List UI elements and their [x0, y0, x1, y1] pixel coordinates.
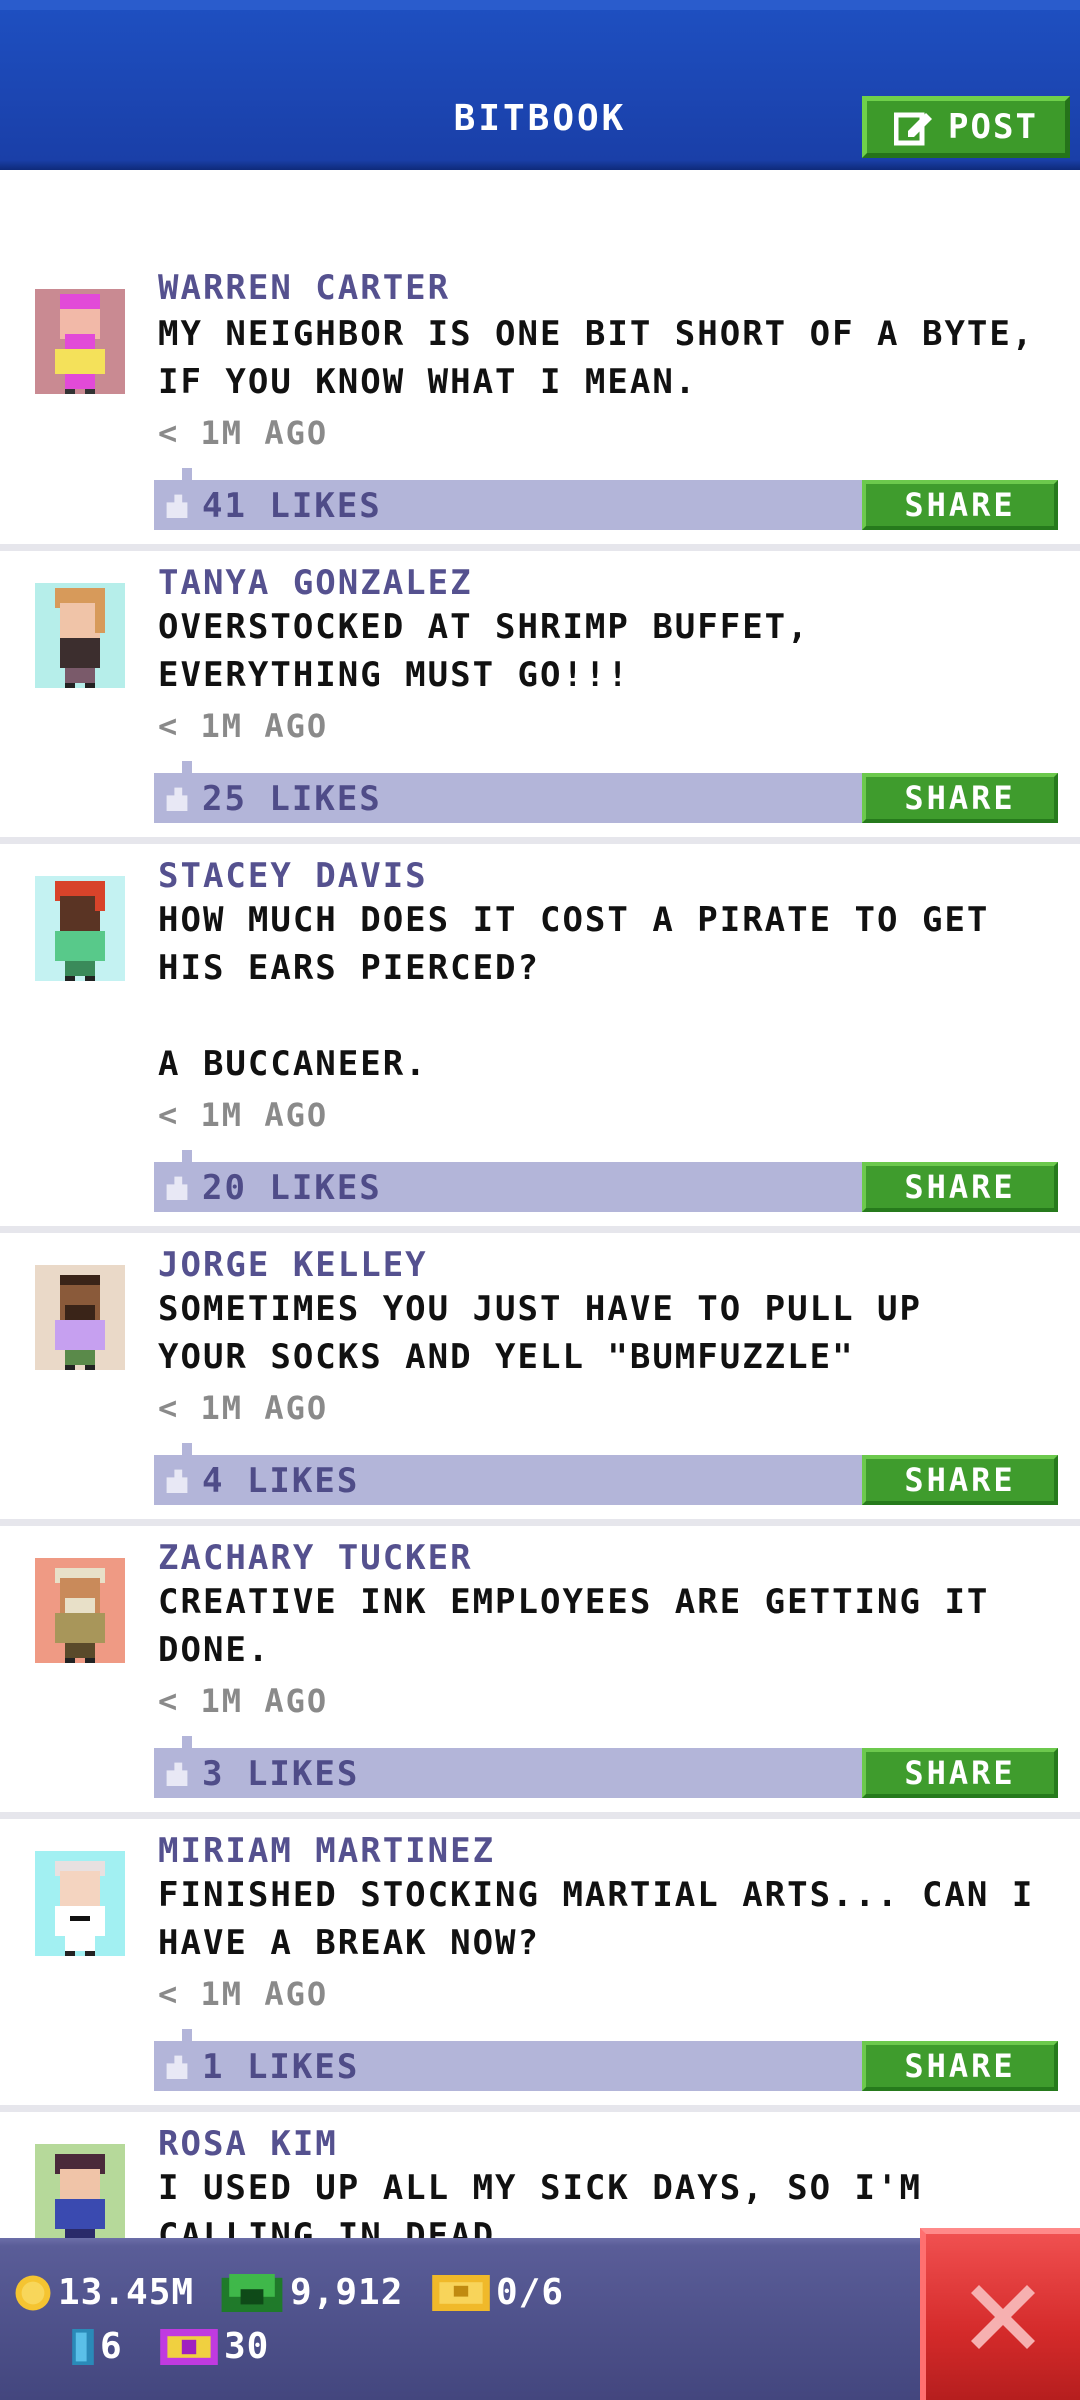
- post-button-label: POST: [948, 107, 1038, 147]
- post-card: ROSA KIM I USED UP ALL MY SICK DAYS, SO …: [0, 2112, 1080, 2238]
- divider: [0, 837, 1080, 844]
- app-header: BITBOOK POST: [0, 0, 1080, 170]
- gem-icon: [72, 2328, 94, 2365]
- divider: [0, 544, 1080, 551]
- coin-icon: [15, 2275, 51, 2310]
- post-feed[interactable]: WARREN CARTER MY NEIGHBOR IS ONE BIT SHO…: [0, 170, 1080, 2238]
- divider: [0, 1226, 1080, 1233]
- thumbs-up-icon: [166, 494, 188, 518]
- post-time: < 1M AGO: [158, 414, 329, 452]
- likes-count: 41 LIKES: [202, 486, 382, 526]
- gems-stat: 6: [72, 2326, 123, 2367]
- post-author[interactable]: ROSA KIM: [158, 2124, 338, 2164]
- post-author[interactable]: JORGE KELLEY: [158, 1245, 428, 1285]
- post-button[interactable]: POST: [862, 96, 1070, 158]
- tickets-value: 0/6: [496, 2272, 565, 2313]
- gems-value: 6: [100, 2326, 123, 2367]
- close-button[interactable]: [920, 2228, 1080, 2400]
- like-bar: 25 LIKES SHARE: [154, 761, 1058, 823]
- status-bar: 13.45M 9,912 0/6 6 30: [0, 2238, 1080, 2400]
- share-button[interactable]: SHARE: [862, 773, 1058, 823]
- thumbs-up-icon: [166, 1469, 188, 1493]
- person-avatar-icon: [34, 2144, 125, 2238]
- likes-count: 25 LIKES: [202, 779, 382, 819]
- post-author[interactable]: TANYA GONZALEZ: [158, 563, 473, 603]
- thumbs-up-icon: [166, 2055, 188, 2079]
- share-button[interactable]: SHARE: [862, 1455, 1058, 1505]
- vip-ticket-icon: [160, 2328, 218, 2365]
- post-time: < 1M AGO: [158, 707, 329, 745]
- avatar: [21, 1253, 138, 1370]
- share-button[interactable]: SHARE: [862, 1748, 1058, 1798]
- divider: [0, 1812, 1080, 1819]
- coins-value: 13.45M: [58, 2272, 195, 2313]
- vip-stat: 30: [160, 2326, 269, 2367]
- person-avatar-icon: [34, 1851, 125, 1956]
- post-time: < 1M AGO: [158, 1096, 329, 1134]
- post-message: SOMETIMES YOU JUST HAVE TO PULL UP YOUR …: [158, 1289, 922, 1377]
- post-time: < 1M AGO: [158, 1682, 329, 1720]
- avatar: [21, 864, 138, 981]
- bux-icon: [221, 2273, 283, 2312]
- post-message: I USED UP ALL MY SICK DAYS, SO I'M CALLI…: [158, 2168, 922, 2238]
- post-message: OVERSTOCKED AT SHRIMP BUFFET, EVERYTHING…: [158, 607, 810, 695]
- like-bar: 4 LIKES SHARE: [154, 1443, 1058, 1505]
- thumbs-up-icon: [166, 1176, 188, 1200]
- ticket-icon: [432, 2274, 490, 2311]
- post-card: JORGE KELLEY SOMETIMES YOU JUST HAVE TO …: [0, 1233, 1080, 1527]
- person-avatar-icon: [34, 1558, 125, 1663]
- like-bar: 20 LIKES SHARE: [154, 1150, 1058, 1212]
- post-time: < 1M AGO: [158, 1975, 329, 2013]
- close-icon: [971, 2285, 1035, 2349]
- bux-stat: 9,912: [220, 2272, 403, 2313]
- like-bar: 1 LIKES SHARE: [154, 2029, 1058, 2091]
- post-message: HOW MUCH DOES IT COST A PIRATE TO GET HI…: [158, 900, 990, 1084]
- post-message: MY NEIGHBOR IS ONE BIT SHORT OF A BYTE, …: [158, 314, 1035, 402]
- bux-value: 9,912: [290, 2272, 404, 2313]
- person-avatar-icon: [34, 583, 125, 688]
- likes-count: 4 LIKES: [202, 1461, 360, 1501]
- post-message: FINISHED STOCKING MARTIAL ARTS... CAN I …: [158, 1875, 1035, 1963]
- thumbs-up-icon: [166, 787, 188, 811]
- like-bar: 3 LIKES SHARE: [154, 1736, 1058, 1798]
- likes-count: 3 LIKES: [202, 1754, 360, 1794]
- post-author[interactable]: WARREN CARTER: [158, 268, 450, 308]
- avatar: [21, 1546, 138, 1663]
- vip-value: 30: [224, 2326, 270, 2367]
- avatar: [21, 1839, 138, 1956]
- share-button[interactable]: SHARE: [862, 1162, 1058, 1212]
- post-message: CREATIVE INK EMPLOYEES ARE GETTING IT DO…: [158, 1582, 990, 1670]
- post-card: TANYA GONZALEZ OVERSTOCKED AT SHRIMP BUF…: [0, 551, 1080, 845]
- divider: [0, 2105, 1080, 2112]
- avatar: [21, 571, 138, 688]
- thumbs-up-icon: [166, 1762, 188, 1786]
- avatar: [21, 277, 138, 394]
- post-card: ZACHARY TUCKER CREATIVE INK EMPLOYEES AR…: [0, 1526, 1080, 1820]
- like-bar: 41 LIKES SHARE: [154, 468, 1058, 530]
- post-author[interactable]: ZACHARY TUCKER: [158, 1538, 473, 1578]
- tickets-stat: 0/6: [432, 2272, 564, 2313]
- post-card: STACEY DAVIS HOW MUCH DOES IT COST A PIR…: [0, 844, 1080, 1234]
- post-card: MIRIAM MARTINEZ FINISHED STOCKING MARTIA…: [0, 1819, 1080, 2113]
- person-avatar-icon: [34, 1265, 125, 1370]
- avatar: [21, 2132, 138, 2238]
- post-author[interactable]: MIRIAM MARTINEZ: [158, 1831, 495, 1871]
- post-card: WARREN CARTER MY NEIGHBOR IS ONE BIT SHO…: [0, 170, 1080, 554]
- post-author[interactable]: STACEY DAVIS: [158, 856, 428, 896]
- share-button[interactable]: SHARE: [862, 2041, 1058, 2091]
- edit-icon: [894, 112, 933, 146]
- coins-stat: 13.45M: [14, 2272, 194, 2313]
- divider: [0, 1519, 1080, 1526]
- share-button[interactable]: SHARE: [862, 480, 1058, 530]
- post-time: < 1M AGO: [158, 1389, 329, 1427]
- likes-count: 20 LIKES: [202, 1168, 382, 1208]
- person-avatar-icon: [34, 289, 125, 394]
- person-avatar-icon: [34, 876, 125, 981]
- likes-count: 1 LIKES: [202, 2047, 360, 2087]
